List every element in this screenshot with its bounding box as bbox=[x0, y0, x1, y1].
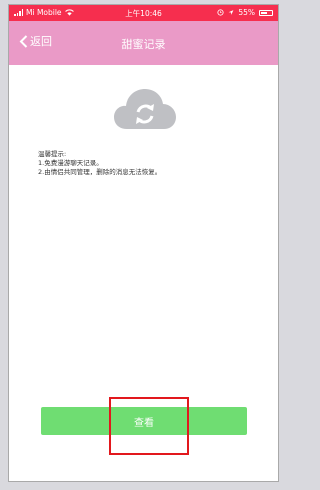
battery-icon bbox=[259, 9, 273, 16]
page-title: 甜蜜记录 bbox=[121, 38, 166, 51]
tips-line-1: 1.免费漫游聊天记录。 bbox=[38, 159, 103, 167]
cloud-sync-icon bbox=[113, 85, 177, 133]
status-right: 55% bbox=[217, 8, 273, 17]
tips-line-2: 2.由情侣共同管理，删除的消息无法恢复。 bbox=[38, 168, 162, 176]
tips-block: 温馨提示: 1.免费漫游聊天记录。 2.由情侣共同管理，删除的消息无法恢复。 bbox=[38, 150, 161, 177]
status-bar: Mi Mobile 上午10:46 55% bbox=[9, 5, 278, 21]
location-icon bbox=[228, 10, 234, 15]
view-button[interactable]: 查看 bbox=[41, 407, 247, 435]
alarm-icon bbox=[217, 9, 224, 16]
tips-heading: 温馨提示: bbox=[38, 150, 67, 158]
nav-bar: 返回 甜蜜记录 bbox=[9, 21, 278, 65]
phone-screen: Mi Mobile 上午10:46 55% 返回 甜蜜记录 温馨提示: 1.免费… bbox=[8, 4, 279, 482]
battery-percent: 55% bbox=[238, 8, 255, 17]
